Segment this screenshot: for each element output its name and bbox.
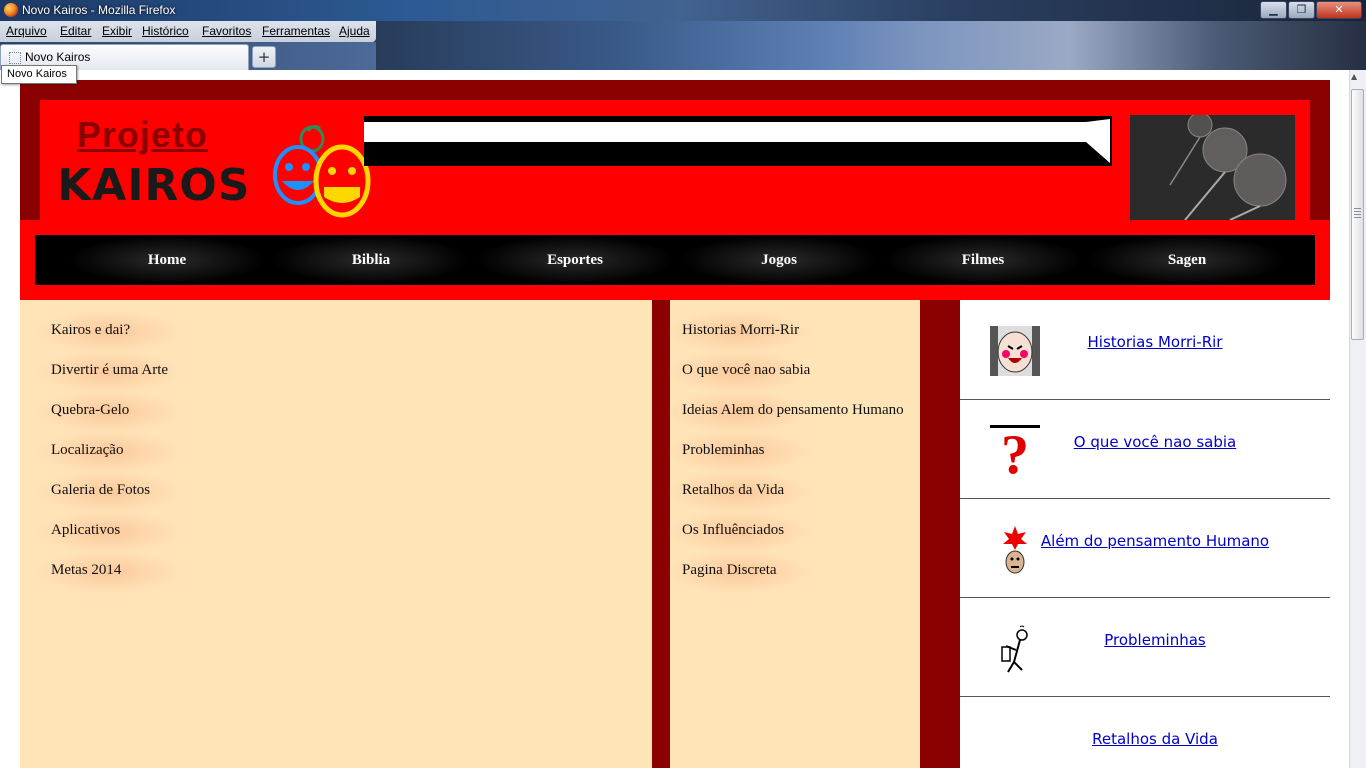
page-icon <box>9 52 21 64</box>
dandelion-icon <box>1130 115 1295 220</box>
banner-stripe <box>364 122 1086 142</box>
link-galeria-de-fotos[interactable]: Galeria de Fotos <box>32 470 184 514</box>
link-metas-2014[interactable]: Metas 2014 <box>32 550 184 594</box>
nav-esportes[interactable]: Esportes <box>475 235 675 285</box>
main-nav: Home Biblia Esportes Jogos Filmes Sagen <box>20 220 1330 300</box>
exploding-head-icon[interactable] <box>1002 524 1028 574</box>
nav-biblia[interactable]: Biblia <box>271 235 471 285</box>
nav-filmes[interactable]: Filmes <box>883 235 1083 285</box>
link-aplicativos[interactable]: Aplicativos <box>32 510 184 554</box>
left-menu-column: Kairos e dai? Divertir é uma Arte Quebra… <box>20 300 652 768</box>
minimize-button[interactable]: ▁ <box>1260 1 1287 19</box>
card-o-que-voce-nao-sabia: ? O que você nao sabia <box>960 399 1330 499</box>
header-banner <box>364 116 1112 166</box>
link-os-influenciados[interactable]: Os Influênciados <box>663 510 815 554</box>
svg-text:?: ? <box>1001 425 1029 475</box>
nav-bar: Home Biblia Esportes Jogos Filmes Sagen <box>35 235 1315 285</box>
new-tab-button[interactable]: + <box>252 46 276 68</box>
menu-editar[interactable]: Editar <box>60 24 91 38</box>
featured-cards-column: Historias Morri-Rir ? O que você nao sab… <box>960 300 1330 768</box>
logo-text-kairos[interactable]: KAIROS <box>57 162 251 210</box>
site-header: Projeto KAIROS <box>40 100 1310 220</box>
card-alem-do-pensamento: Além do pensamento Humano <box>960 498 1330 598</box>
question-mark-icon[interactable]: ? <box>990 425 1040 475</box>
link-probleminhas[interactable]: Probleminhas <box>664 430 814 474</box>
site-container: Projeto KAIROS Home Biblia Esportes Jogo… <box>20 80 1330 768</box>
desktop-wallpaper <box>376 21 1366 70</box>
smiley-faces-logo-icon <box>273 125 371 218</box>
card-retalhos-da-vida: Retalhos da Vida <box>960 696 1330 768</box>
card-link-o-que-voce[interactable]: O que você nao sabia <box>1040 433 1270 451</box>
menu-ajuda[interactable]: Ajuda <box>339 24 370 38</box>
card-link-historias[interactable]: Historias Morri-Rir <box>1040 333 1270 351</box>
card-link-alem[interactable]: Além do pensamento Humano <box>1040 532 1270 550</box>
tab-tooltip: Novo Kairos <box>1 65 77 84</box>
close-button[interactable]: ✕ <box>1316 1 1362 19</box>
link-quebra-gelo[interactable]: Quebra-Gelo <box>32 390 184 434</box>
card-historias-morri-rir: Historias Morri-Rir <box>960 300 1330 400</box>
link-o-que-voce-nao-sabia[interactable]: O que você nao sabia <box>663 350 815 394</box>
maximize-button[interactable]: ❐ <box>1288 1 1315 19</box>
nav-sagen[interactable]: Sagen <box>1087 235 1287 285</box>
dandelion-photo <box>1130 115 1295 220</box>
firefox-icon <box>4 3 18 17</box>
scrollbar-grip-icon <box>1354 208 1361 218</box>
menu-ferramentas[interactable]: Ferramentas <box>262 24 330 38</box>
link-divertir[interactable]: Divertir é uma Arte <box>32 350 184 394</box>
title-bar: Novo Kairos - Mozilla Firefox ▁ ❐ ✕ <box>0 0 1366 21</box>
window-title: Novo Kairos - Mozilla Firefox <box>22 3 176 17</box>
link-retalhos-da-vida[interactable]: Retalhos da Vida <box>663 470 815 514</box>
banner-arrow-icon <box>1086 119 1112 166</box>
menu-exibir[interactable]: Exibir <box>102 24 132 38</box>
link-ideias-alem[interactable]: Ideias Alem do pensamento Humano <box>664 390 904 434</box>
card-link-probleminhas[interactable]: Probleminhas <box>1040 631 1270 649</box>
middle-menu-column: Historias Morri-Rir O que você nao sabia… <box>663 300 920 768</box>
menu-historico[interactable]: Histórico <box>142 24 189 38</box>
link-localizacao[interactable]: Localização <box>32 430 184 474</box>
link-pagina-discreta[interactable]: Pagina Discreta <box>664 550 814 594</box>
card-probleminhas: Probleminhas <box>960 597 1330 697</box>
logo-text-projeto[interactable]: Projeto <box>77 114 208 156</box>
laughing-face-icon[interactable] <box>990 326 1040 376</box>
menu-arquivo[interactable]: Arquivo <box>6 24 47 38</box>
menu-favoritos[interactable]: Favoritos <box>202 24 251 38</box>
nav-jogos[interactable]: Jogos <box>679 235 879 285</box>
scroll-up-arrow-icon[interactable]: ▲ <box>1351 72 1357 81</box>
link-historias-morri-rir[interactable]: Historias Morri-Rir <box>663 310 815 354</box>
web-page: Projeto KAIROS Home Biblia Esportes Jogo… <box>9 70 1349 768</box>
tab-label: Novo Kairos <box>25 50 91 64</box>
nav-home[interactable]: Home <box>67 235 267 285</box>
thinking-figure-icon[interactable] <box>998 625 1034 675</box>
link-kairos-e-dai[interactable]: Kairos e dai? <box>32 310 184 354</box>
menu-bar: Arquivo Editar Exibir Histórico Favorito… <box>0 21 376 42</box>
card-link-retalhos[interactable]: Retalhos da Vida <box>1040 730 1270 748</box>
